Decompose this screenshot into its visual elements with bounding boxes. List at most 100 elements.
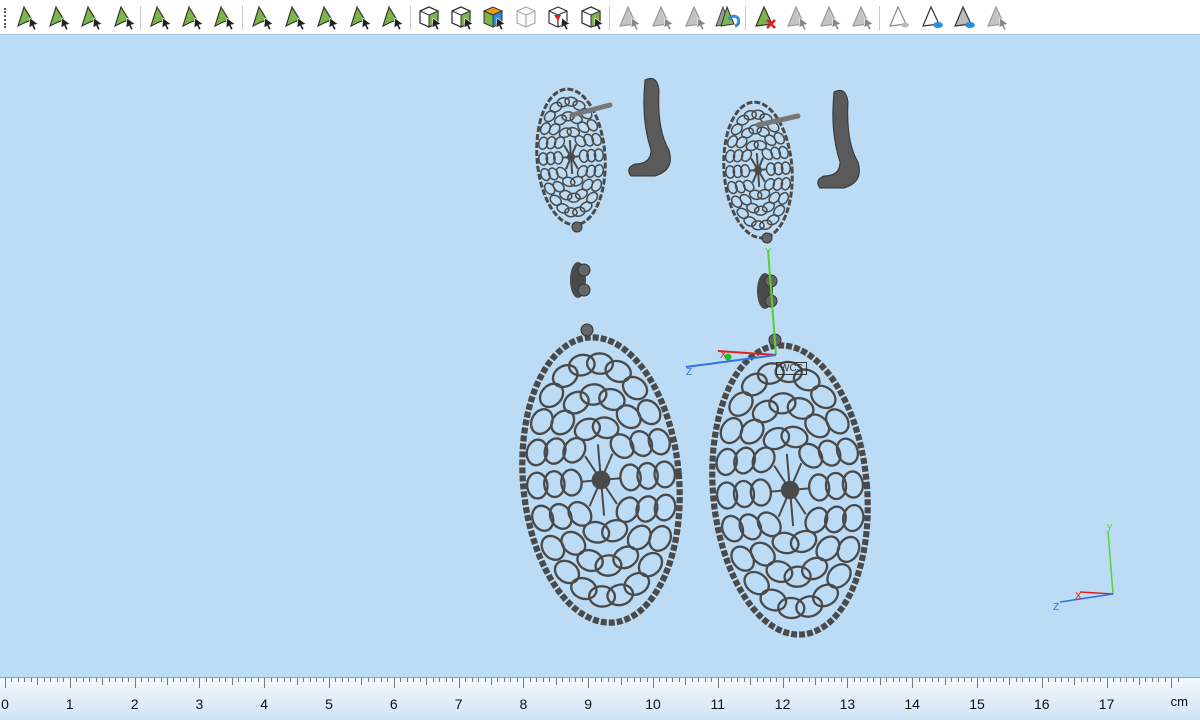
ruler-tick (750, 678, 752, 685)
ruler-tick (562, 678, 564, 682)
cube-ghost-button[interactable] (514, 4, 540, 30)
split-faces-icon (282, 4, 308, 30)
triad-x-axis (1079, 591, 1114, 595)
ruler-tick (691, 678, 693, 682)
triangle-view-button[interactable] (886, 4, 912, 30)
cube-select-icon (417, 4, 443, 30)
ruler-tick (341, 678, 343, 682)
wheel-faces-icon (347, 4, 373, 30)
split-faces-button[interactable] (282, 4, 308, 30)
wheel-petal (550, 409, 576, 436)
ruler-tick (737, 678, 739, 682)
triangle-dark-view-button[interactable] (951, 4, 977, 30)
ruler-tick (387, 678, 389, 682)
ruler-tick (866, 678, 868, 682)
ruler-tick (134, 678, 136, 688)
ruler-tick (620, 678, 622, 685)
triangle-sync-view-button[interactable] (919, 4, 945, 30)
wheel-hub (566, 152, 576, 162)
ruler-tick (594, 678, 596, 682)
ruler-tick (484, 678, 486, 682)
ruler-label: 9 (584, 696, 593, 712)
triangle-dark-view-icon (951, 4, 977, 30)
ruler-tick (853, 678, 855, 682)
triangle-arrow-button[interactable] (682, 4, 708, 30)
ruler-tick (886, 678, 888, 682)
wheel-petal (753, 205, 768, 216)
ruler-tick (1113, 678, 1115, 682)
select-body-button[interactable] (111, 4, 137, 30)
select-face-button[interactable] (46, 4, 72, 30)
ruler-tick (1035, 678, 1037, 682)
cube-color-icon (481, 4, 507, 30)
ruler-tick (89, 678, 91, 682)
triangle-copy-button[interactable] (817, 4, 843, 30)
triangle-extrude-button[interactable] (649, 4, 675, 30)
ruler-tick (478, 678, 480, 682)
select-body-icon (111, 4, 137, 30)
curve-face-button[interactable] (211, 4, 237, 30)
triangle-refresh-button[interactable] (714, 4, 740, 30)
wheel-faces-button[interactable] (347, 4, 373, 30)
ruler-tick (1139, 678, 1140, 685)
ruler-tick (63, 678, 65, 682)
curve-face-icon (211, 4, 237, 30)
star-faces-button[interactable] (314, 4, 340, 30)
ruler-tick (536, 678, 538, 682)
cube-select-button[interactable] (417, 4, 443, 30)
ruler-tick (1093, 678, 1095, 682)
cube-top-icon (449, 4, 475, 30)
ruler-tick (30, 678, 32, 682)
blend-face-button[interactable] (179, 4, 205, 30)
cube-inside-button[interactable] (546, 4, 572, 30)
ruler-label: 7 (454, 696, 463, 712)
select-surface-button[interactable] (78, 4, 104, 30)
select-point-button[interactable] (14, 4, 40, 30)
wheel-petal (598, 387, 626, 412)
ruler-tick (264, 678, 266, 688)
triangle-select-button[interactable] (616, 4, 642, 30)
ruler-tick (361, 678, 363, 685)
large-wheel-right (709, 342, 871, 638)
ruler-tick (1015, 678, 1017, 682)
ruler-tick (17, 678, 19, 682)
ruler-tick (348, 678, 350, 682)
ruler-tick (309, 678, 311, 682)
ruler-tick (989, 678, 991, 682)
cube-color-button[interactable] (481, 4, 507, 30)
wcs-label: WCS (776, 362, 808, 375)
ruler-tick (860, 678, 862, 682)
ruler-tick (231, 678, 233, 685)
toolbar-grip[interactable] (4, 8, 8, 28)
ruler-tick (432, 678, 434, 682)
ruler-tick (374, 678, 376, 682)
mesh-faces-button[interactable] (249, 4, 275, 30)
triad-x-label: X (1075, 591, 1082, 602)
ruler-tick (847, 678, 849, 688)
cube-top-button[interactable] (449, 4, 475, 30)
triangle-delete-icon (752, 4, 778, 30)
ruler-tick (1087, 678, 1089, 682)
ruler-tick (179, 678, 181, 682)
cube-side-button[interactable] (579, 4, 605, 30)
3d-viewport[interactable]: WCS Y X Z Y X Z (0, 35, 1200, 677)
ruler-tick (581, 678, 583, 682)
triangle-split-button[interactable] (784, 4, 810, 30)
ruler-label: 3 (195, 696, 204, 712)
ruler-tick (769, 678, 771, 682)
ruler-tick (76, 678, 78, 682)
triangle-delete-button[interactable] (752, 4, 778, 30)
ruler-label: 6 (389, 696, 398, 712)
triangle-hide-button[interactable] (984, 4, 1010, 30)
ruler-tick (160, 678, 162, 682)
ruler-tick (1054, 678, 1056, 682)
ruler-tick (1048, 678, 1050, 682)
ruler-label: 14 (904, 696, 920, 712)
wheel-petal (733, 446, 757, 475)
planar-face-button[interactable] (147, 4, 173, 30)
ruler-tick (802, 678, 804, 682)
triangle-flat-button[interactable] (849, 4, 875, 30)
ellipse-faces-button[interactable] (379, 4, 405, 30)
scene-canvas[interactable] (0, 35, 1200, 677)
ruler-tick (1022, 678, 1024, 682)
